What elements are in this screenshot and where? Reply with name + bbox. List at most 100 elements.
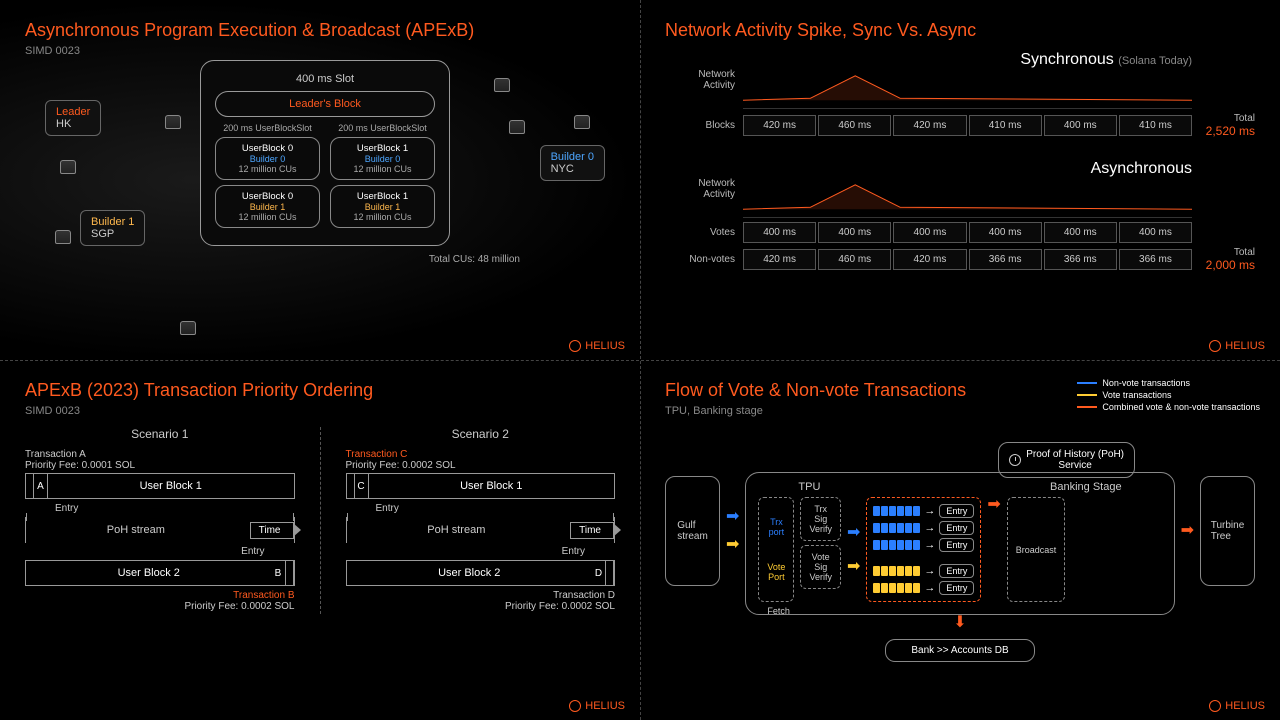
trx-port: Trx port [767, 517, 785, 537]
poh-stream: PoH stream Time [346, 517, 616, 543]
userblock: UserBlock 1 Builder 1 12 million CUs [330, 185, 435, 228]
userblock: UserBlock 0 Builder 1 12 million CUs [215, 185, 320, 228]
brand-helius: HELIUS [1209, 700, 1265, 712]
votes-label: Votes [665, 227, 735, 238]
db-icon [55, 230, 71, 244]
gulf-stream: Gulf stream [665, 476, 720, 586]
userblock: UserBlock 0 Builder 0 12 million CUs [215, 137, 320, 180]
arrow-icon: ➡ [726, 537, 739, 553]
scenario-title: Scenario 2 [346, 427, 616, 441]
panel-flow: Flow of Vote & Non-vote Transactions TPU… [640, 360, 1280, 720]
block-cell: 366 ms [1119, 249, 1192, 270]
scenario-1: Scenario 1 Transaction APriority Fee: 0.… [25, 427, 295, 614]
q2-title: Network Activity Spike, Sync Vs. Async [665, 20, 1255, 41]
arrow-icon: ➡ [847, 525, 860, 541]
brand-helius: HELIUS [569, 700, 625, 712]
total-cus: Total CUs: 48 million [200, 254, 520, 265]
activity-label: Network Activity [665, 69, 735, 91]
scenario-title: Scenario 1 [25, 427, 295, 441]
tpu-label: TPU [798, 481, 820, 493]
db-icon [574, 115, 590, 129]
turbine-tree: Turbine Tree [1200, 476, 1255, 586]
user-block-1: C User Block 1 [346, 473, 616, 499]
block-cell: 420 ms [743, 249, 816, 270]
userblock: UserBlock 1 Builder 0 12 million CUs [330, 137, 435, 180]
sync-spike-chart [743, 71, 1192, 109]
arrow-icon: ➡ [987, 497, 1000, 602]
sync-title: Synchronous (Solana Today) [743, 51, 1192, 69]
votes-row: 400 ms 400 ms 400 ms 400 ms 400 ms 400 m… [743, 222, 1192, 243]
tpu-container: TPU Banking Stage Trx port Vote Port Fet… [745, 472, 1174, 615]
total-label: Total [1200, 113, 1255, 124]
tx-a-label: Transaction APriority Fee: 0.0001 SOL [25, 449, 295, 471]
async-total: 2,000 ms [1200, 258, 1255, 272]
block-cell: 460 ms [818, 249, 891, 270]
legend: Non-vote transactions Vote transactions … [1077, 378, 1260, 414]
broadcast-stage: Broadcast [1007, 497, 1066, 602]
arrow-down-icon: ⬇ [953, 614, 966, 631]
panel-apexb: Asynchronous Program Execution & Broadca… [0, 0, 640, 360]
entry-label: Entry [376, 503, 616, 514]
fetch-label: Fetch [767, 606, 790, 616]
leader-block: Leader's Block [215, 91, 435, 117]
clock-icon [1009, 454, 1021, 466]
tx-d-label: Transaction DPriority Fee: 0.0002 SOL [346, 590, 616, 612]
poh-stream: PoH stream Time [25, 517, 295, 543]
q1-subtitle: SIMD 0023 [25, 45, 615, 57]
block-cell: 420 ms [743, 115, 816, 136]
total-label: Total [1200, 247, 1255, 258]
sync-total: 2,520 ms [1200, 124, 1255, 138]
trx-sig-verify: Trx Sig Verify [800, 497, 841, 541]
builder1-loc: SGP [91, 228, 134, 240]
block-cell: 410 ms [1119, 115, 1192, 136]
builder0-loc: NYC [551, 163, 594, 175]
tx-b-label: Transaction BPriority Fee: 0.0002 SOL [25, 590, 295, 612]
block-cell: 420 ms [893, 249, 966, 270]
entry-label: Entry [55, 503, 295, 514]
builder1-label: Builder 1 [91, 216, 134, 228]
block-cell: 400 ms [969, 222, 1042, 243]
legend-combined: Combined vote & non-vote transactions [1102, 402, 1260, 412]
slot-header: 400 ms Slot [215, 73, 435, 85]
q3-subtitle: SIMD 0023 [25, 405, 615, 417]
scenario-divider [320, 427, 321, 614]
arrow-icon: ➡ [726, 509, 739, 525]
block-cell: 410 ms [969, 115, 1042, 136]
block-cell: 366 ms [1044, 249, 1117, 270]
vote-sig-verify: Vote Sig Verify [800, 545, 841, 589]
panel-network-spike: Network Activity Spike, Sync Vs. Async N… [640, 0, 1280, 360]
vote-port: Vote Port [767, 562, 785, 582]
block-cell: 400 ms [818, 222, 891, 243]
db-icon [509, 120, 525, 134]
block-cell: 400 ms [1044, 222, 1117, 243]
slot-diagram: 400 ms Slot Leader's Block 200 ms UserBl… [200, 60, 450, 265]
nonvotes-row: 420 ms 460 ms 420 ms 366 ms 366 ms 366 m… [743, 249, 1192, 270]
blocks-label: Blocks [665, 120, 735, 131]
time-arrow: Time [250, 522, 294, 539]
leader-label: Leader [56, 106, 90, 118]
subslot-hdr: 200 ms UserBlockSlot [330, 123, 435, 133]
activity-label: Network Activity [665, 178, 735, 200]
nonvotes-label: Non-votes [665, 254, 735, 265]
db-icon [180, 321, 196, 335]
leader-node: Leader HK [45, 100, 101, 136]
panel-priority-ordering: APExB (2023) Transaction Priority Orderi… [0, 360, 640, 720]
block-cell: 400 ms [893, 222, 966, 243]
block-cell: 400 ms [1119, 222, 1192, 243]
block-cell: 400 ms [743, 222, 816, 243]
legend-vote: Vote transactions [1102, 390, 1171, 400]
db-icon [165, 115, 181, 129]
db-icon [494, 78, 510, 92]
scenario-2: Scenario 2 Transaction CPriority Fee: 0.… [346, 427, 616, 614]
async-title: Asynchronous [743, 160, 1192, 178]
q1-title: Asynchronous Program Execution & Broadca… [25, 20, 615, 41]
db-icon [60, 160, 76, 174]
fetch-stage: Trx port Vote Port Fetch [758, 497, 794, 602]
arrow-icon: ➡ [847, 559, 860, 575]
bank-accounts-db: Bank >> Accounts DB [885, 639, 1035, 662]
subslot-hdr: 200 ms UserBlockSlot [215, 123, 320, 133]
user-block-1: A User Block 1 [25, 473, 295, 499]
block-cell: 460 ms [818, 115, 891, 136]
block-cell: 366 ms [969, 249, 1042, 270]
block-cell: 420 ms [893, 115, 966, 136]
